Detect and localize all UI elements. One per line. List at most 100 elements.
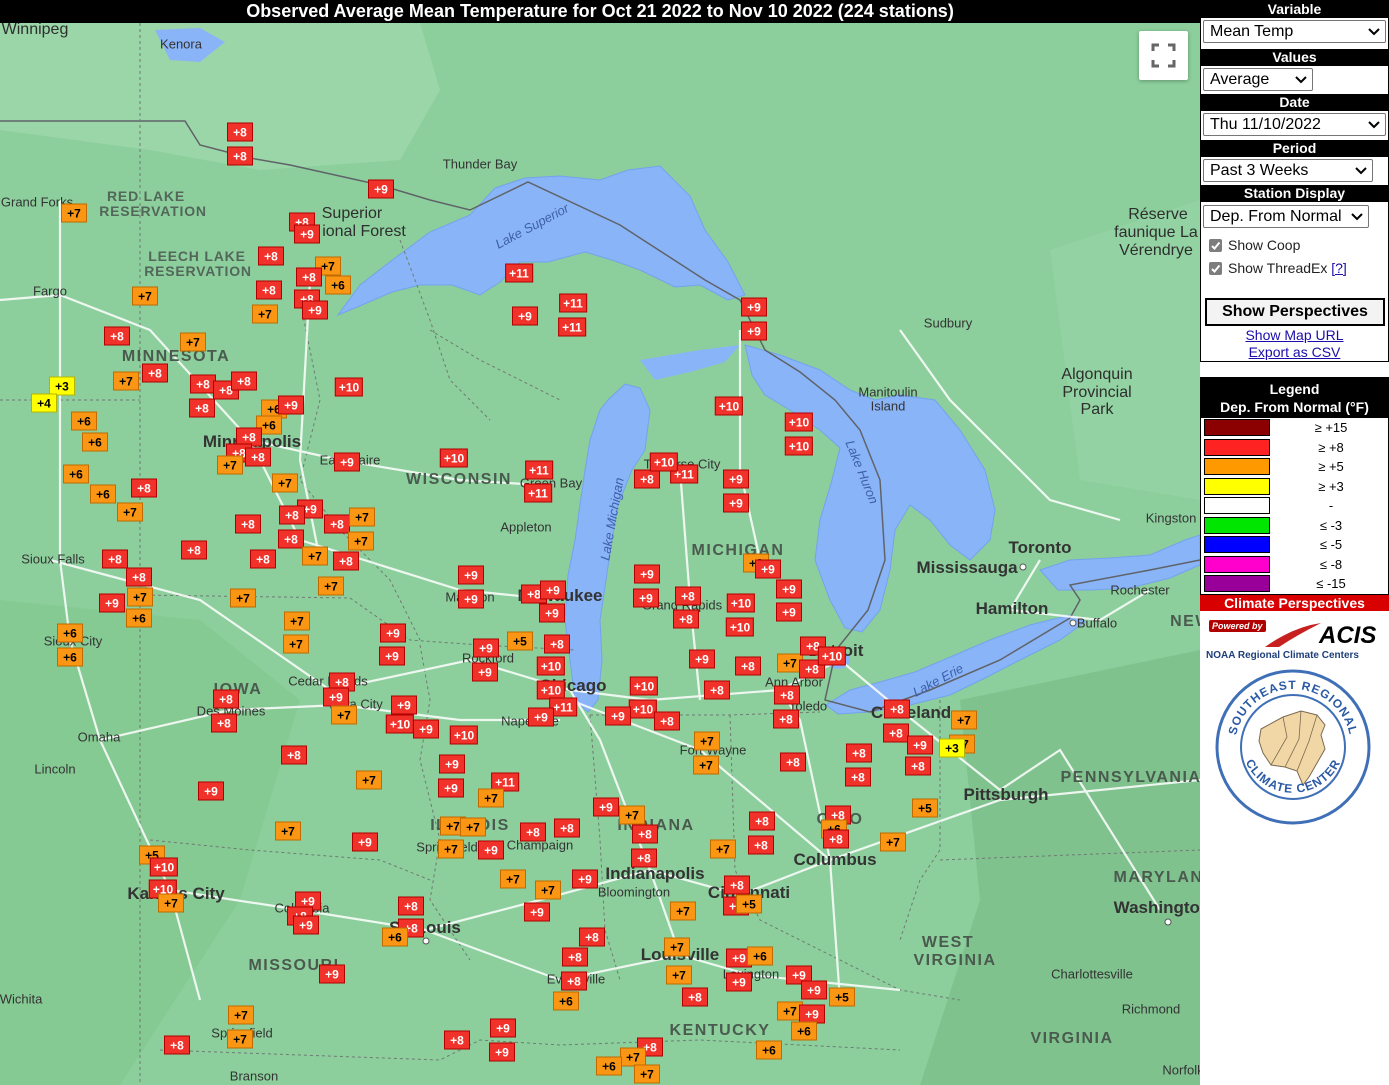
station-marker[interactable]: +8 <box>213 689 239 709</box>
station-marker[interactable]: +8 <box>126 567 152 587</box>
station-marker[interactable]: +7 <box>500 869 526 889</box>
station-marker[interactable]: +10 <box>784 412 814 432</box>
show-threadex-checkbox[interactable]: Show ThreadEx [?] <box>1209 260 1347 276</box>
station-marker[interactable]: +9 <box>490 1018 516 1038</box>
station-marker[interactable]: +7 <box>634 1064 660 1084</box>
station-marker[interactable]: +5 <box>736 894 762 914</box>
station-marker[interactable]: +8 <box>554 818 580 838</box>
station-marker[interactable]: +8 <box>235 514 261 534</box>
station-marker[interactable]: +6 <box>71 411 97 431</box>
station-marker[interactable]: +7 <box>117 502 143 522</box>
station-marker[interactable]: +9 <box>294 224 320 244</box>
station-marker[interactable]: +8 <box>258 246 284 266</box>
station-marker[interactable]: +8 <box>211 713 237 733</box>
station-marker[interactable]: +9 <box>323 687 349 707</box>
station-marker[interactable]: +6 <box>63 464 89 484</box>
station-marker[interactable]: +6 <box>747 946 773 966</box>
station-marker[interactable]: +8 <box>579 927 605 947</box>
station-marker[interactable]: +9 <box>379 646 405 666</box>
station-marker[interactable]: +6 <box>553 991 579 1011</box>
station-marker[interactable]: +5 <box>912 798 938 818</box>
station-marker[interactable]: +10 <box>449 725 479 745</box>
station-marker[interactable]: +8 <box>780 752 806 772</box>
station-marker[interactable]: +9 <box>776 579 802 599</box>
station-marker[interactable]: +9 <box>458 589 484 609</box>
station-marker[interactable]: +8 <box>673 609 699 629</box>
station-marker[interactable]: +6 <box>90 484 116 504</box>
station-marker[interactable]: +6 <box>756 1040 782 1060</box>
station-marker[interactable]: +6 <box>325 275 351 295</box>
station-marker[interactable]: +9 <box>726 972 752 992</box>
station-marker[interactable]: +9 <box>524 902 550 922</box>
station-marker[interactable]: +9 <box>458 565 484 585</box>
map-view[interactable]: Winnipeg Kenora Thunder Bay Grand Forks RED … <box>0 23 1200 1085</box>
station-marker[interactable]: +7 <box>302 546 328 566</box>
station-marker[interactable]: +8 <box>102 549 128 569</box>
station-marker[interactable]: +11 <box>559 293 587 313</box>
show-perspectives-button[interactable]: Show Perspectives <box>1205 298 1385 326</box>
station-marker[interactable]: +9 <box>439 754 465 774</box>
station-marker[interactable]: +9 <box>907 735 933 755</box>
station-marker[interactable]: +6 <box>791 1021 817 1041</box>
station-marker[interactable]: +8 <box>735 656 761 676</box>
station-marker[interactable]: +9 <box>741 297 767 317</box>
station-marker[interactable]: +7 <box>619 805 645 825</box>
station-marker[interactable]: +7 <box>710 839 736 859</box>
station-marker[interactable]: +8 <box>749 811 775 831</box>
acis-logo[interactable]: Powered by ACIS NOAA Regional Climate Ce… <box>1203 617 1387 663</box>
station-marker[interactable]: +6 <box>382 927 408 947</box>
station-marker[interactable]: +7 <box>180 332 206 352</box>
station-marker[interactable]: +8 <box>398 896 424 916</box>
station-marker[interactable]: +10 <box>725 617 755 637</box>
station-marker[interactable]: +8 <box>250 549 276 569</box>
station-marker[interactable]: +9 <box>438 778 464 798</box>
station-marker[interactable]: +7 <box>664 937 690 957</box>
station-marker[interactable]: +7 <box>113 371 139 391</box>
station-marker[interactable]: +9 <box>572 869 598 889</box>
station-marker[interactable]: +9 <box>352 832 378 852</box>
station-marker[interactable]: +7 <box>670 901 696 921</box>
station-marker[interactable]: +11 <box>524 483 552 503</box>
station-marker[interactable]: +8 <box>131 478 157 498</box>
station-marker[interactable]: +8 <box>773 709 799 729</box>
station-marker[interactable]: +9 <box>473 638 499 658</box>
station-marker[interactable]: +7 <box>460 817 486 837</box>
station-marker[interactable]: +7 <box>356 770 382 790</box>
station-marker[interactable]: +7 <box>666 965 692 985</box>
station-marker[interactable]: +8 <box>724 875 750 895</box>
station-marker[interactable]: +8 <box>748 835 774 855</box>
station-marker[interactable]: +7 <box>132 286 158 306</box>
station-marker[interactable]: +8 <box>142 363 168 383</box>
show-coop-checkbox[interactable]: Show Coop <box>1209 237 1300 253</box>
station-marker[interactable]: +10 <box>334 377 364 397</box>
station-marker[interactable]: +9 <box>472 662 498 682</box>
station-marker[interactable]: +8 <box>324 514 350 534</box>
station-marker[interactable]: +10 <box>439 448 469 468</box>
station-marker[interactable]: +7 <box>318 576 344 596</box>
export-csv-link[interactable]: Export as CSV <box>1201 344 1388 360</box>
station-marker[interactable]: +7 <box>217 455 243 475</box>
station-marker[interactable]: +4 <box>31 393 57 413</box>
station-marker[interactable]: +9 <box>293 915 319 935</box>
station-marker[interactable]: +7 <box>275 821 301 841</box>
station-marker[interactable]: +9 <box>689 649 715 669</box>
station-marker[interactable]: +11 <box>505 263 533 283</box>
station-marker[interactable]: +10 <box>817 646 847 666</box>
station-marker[interactable]: +8 <box>704 680 730 700</box>
station-marker[interactable]: +9 <box>593 797 619 817</box>
station-marker[interactable]: +7 <box>693 755 719 775</box>
station-marker[interactable]: +11 <box>525 460 553 480</box>
station-marker[interactable]: +8 <box>231 371 257 391</box>
station-marker[interactable]: +8 <box>905 756 931 776</box>
station-marker[interactable]: +8 <box>281 745 307 765</box>
station-marker[interactable]: +7 <box>227 1029 253 1049</box>
station-marker[interactable]: +6 <box>596 1056 622 1076</box>
station-marker[interactable]: +9 <box>801 980 827 1000</box>
station-marker[interactable]: +7 <box>535 880 561 900</box>
station-marker[interactable]: +9 <box>540 580 566 600</box>
station-marker[interactable]: +8 <box>562 947 588 967</box>
period-select[interactable]: Past 3 Weeks <box>1203 159 1373 182</box>
station-marker[interactable]: +8 <box>845 767 871 787</box>
station-marker[interactable]: +8 <box>245 447 271 467</box>
station-marker[interactable]: +9 <box>634 564 660 584</box>
